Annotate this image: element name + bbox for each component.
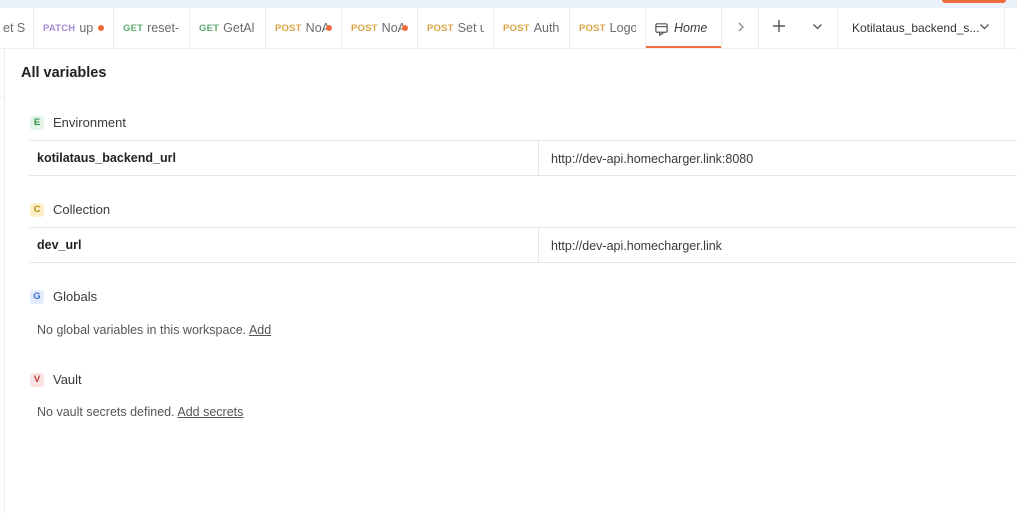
method-badge: GET — [123, 22, 144, 34]
tab-label: Auth — [533, 21, 560, 35]
add-global-link[interactable]: Add — [249, 323, 271, 337]
globals-section-label: Globals — [53, 289, 98, 304]
tab-home[interactable]: Home — [646, 8, 722, 48]
left-sidebar-edge — [0, 49, 5, 514]
column-divider — [538, 228, 539, 262]
collection-section-header: C Collection — [30, 202, 110, 217]
environment-selector[interactable]: Kotilataus_backend_s... — [837, 8, 1005, 48]
request-tab[interactable]: POST Logo — [570, 8, 646, 48]
tab-label: NoA — [305, 21, 328, 35]
tab-label: reset- — [147, 21, 180, 35]
tab-label: Set u — [457, 21, 484, 35]
tab-label: Logo — [609, 21, 636, 35]
chevron-down-icon — [812, 19, 823, 37]
tab-label: et S — [3, 21, 26, 35]
vault-section-label: Vault — [53, 372, 82, 387]
column-divider — [538, 141, 539, 175]
unsaved-dot-icon — [326, 25, 332, 31]
variable-key: kotilataus_backend_url — [37, 151, 176, 165]
unsaved-dot-icon — [402, 25, 408, 31]
unsaved-dot-icon — [98, 25, 104, 31]
environment-section-label: Environment — [53, 115, 126, 130]
method-badge: POST — [503, 22, 530, 34]
tab-label: GetAl — [223, 21, 255, 35]
add-secrets-link[interactable]: Add secrets — [177, 405, 243, 419]
top-strip — [0, 0, 1017, 8]
request-tab[interactable]: POST NoA — [342, 8, 418, 48]
tab-bar: et S PATCH up GET reset- GET GetAl POST … — [0, 8, 1017, 49]
method-badge: POST — [427, 22, 454, 34]
variable-value[interactable]: http://dev-api.homecharger.link:8080 — [551, 152, 753, 166]
vault-badge: V — [30, 372, 44, 387]
page-title: All variables — [21, 65, 107, 81]
chevron-right-icon — [736, 19, 746, 37]
request-tab[interactable]: POST Set u — [418, 8, 494, 48]
top-action-button-edge[interactable] — [942, 0, 1006, 3]
tab-label: up — [79, 21, 94, 35]
environment-badge: E — [30, 115, 44, 130]
environment-selector-value: Kotilataus_backend_s... — [852, 21, 980, 35]
collection-badge: C — [30, 202, 44, 217]
tab-label: Home — [674, 21, 708, 35]
request-tab[interactable]: PATCH up — [34, 8, 114, 48]
new-tab-button[interactable] — [758, 8, 798, 48]
environment-section-header: E Environment — [30, 115, 126, 130]
variable-value[interactable]: http://dev-api.homecharger.link — [551, 239, 722, 253]
method-badge: POST — [351, 22, 378, 34]
request-tab[interactable]: GET GetAl — [190, 8, 266, 48]
method-badge: PATCH — [43, 22, 76, 34]
method-badge: GET — [199, 22, 220, 34]
tab-menu-button[interactable] — [798, 8, 836, 48]
plus-icon — [772, 19, 786, 38]
request-tab[interactable]: GET reset- — [114, 8, 190, 48]
request-tab[interactable]: et S — [0, 8, 34, 48]
method-badge: POST — [579, 22, 606, 34]
globals-badge: G — [30, 289, 44, 304]
tab-label: NoA — [381, 21, 404, 35]
chevron-down-icon — [979, 21, 990, 35]
method-badge: POST — [275, 22, 302, 34]
vault-section-header: V Vault — [30, 372, 82, 387]
globals-empty-state: No global variables in this workspace. A… — [37, 323, 271, 337]
vault-empty-state: No vault secrets defined. Add secrets — [37, 405, 243, 419]
variable-key: dev_url — [37, 238, 82, 252]
variable-row[interactable]: dev_url http://dev-api.homecharger.link — [29, 227, 1017, 263]
request-tab[interactable]: POST Auth — [494, 8, 570, 48]
globals-empty-text: No global variables in this workspace. — [37, 323, 247, 337]
request-tab[interactable]: POST NoA — [266, 8, 342, 48]
collection-section-label: Collection — [53, 202, 111, 217]
scroll-tabs-right-button[interactable] — [722, 8, 760, 48]
globals-section-header: G Globals — [30, 289, 97, 304]
variable-row[interactable]: kotilataus_backend_url http://dev-api.ho… — [29, 140, 1017, 176]
vault-empty-text: No vault secrets defined. — [37, 405, 175, 419]
home-workspace-icon — [654, 21, 669, 36]
